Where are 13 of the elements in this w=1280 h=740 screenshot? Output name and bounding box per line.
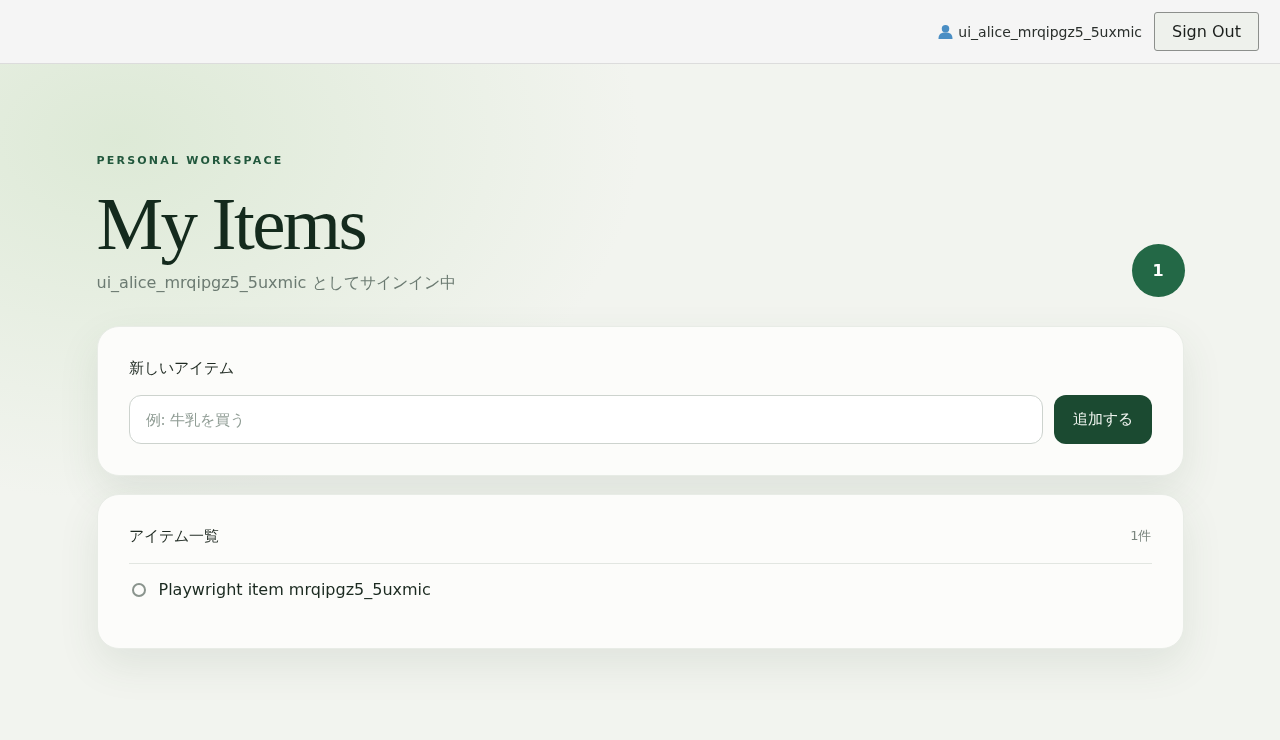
new-item-input[interactable]: 例: 牛乳を買う (128, 395, 1043, 444)
add-button[interactable]: 追加する (1053, 395, 1152, 444)
item-count-badge: 1 (1131, 244, 1185, 297)
user-icon (938, 24, 954, 39)
username: ui_alice_mrqipgz5_5uxmic (958, 23, 1142, 40)
eyebrow-label: PERSONAL WORKSPACE (96, 154, 284, 168)
circle-icon[interactable] (131, 583, 146, 597)
sign-out-button[interactable]: Sign Out (1154, 12, 1259, 51)
item-count: 1件 (1130, 527, 1152, 545)
list-title: アイテム一覧 (128, 526, 219, 546)
item-text: Playwright item mrqipgz5_5uxmic (158, 580, 431, 600)
signed-in-text: ui_alice_mrqipgz5_5uxmic としてサインイン中 (96, 273, 456, 293)
new-item-label: 新しいアイテム (128, 358, 235, 378)
